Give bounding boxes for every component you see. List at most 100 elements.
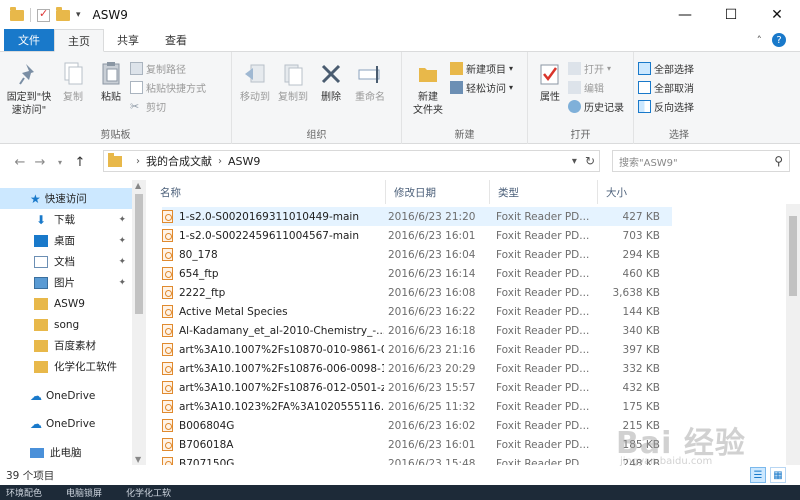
- open-button[interactable]: 打开 ▾: [568, 60, 624, 76]
- nav-scrollbar[interactable]: ▲ ▼: [132, 180, 146, 465]
- easy-access-button[interactable]: 轻松访问 ▾: [450, 79, 513, 95]
- column-size[interactable]: 大小: [598, 180, 668, 204]
- scrollbar-thumb[interactable]: [135, 194, 143, 314]
- chevron-down-icon[interactable]: ▾: [572, 156, 577, 167]
- nav-item-baidu-assets[interactable]: 百度素材: [0, 335, 132, 356]
- nav-onedrive-2[interactable]: ☁ OneDrive: [0, 413, 132, 434]
- refresh-icon[interactable]: ↻: [585, 154, 595, 168]
- history-button[interactable]: 历史记录: [568, 98, 624, 114]
- file-row[interactable]: art%3A10.1007%2Fs10876-012-0501-z 2016/6/…: [162, 378, 672, 397]
- file-row[interactable]: Al-Kadamany_et_al-2010-Chemistry_-... 201…: [162, 321, 672, 340]
- chevron-right-icon[interactable]: ›: [218, 156, 222, 167]
- nav-item-downloads[interactable]: ⬇ 下载 ✦: [0, 209, 132, 230]
- chevron-right-icon[interactable]: ›: [136, 156, 140, 167]
- tab-file[interactable]: 文件: [4, 29, 54, 51]
- copy-path-label: 复制路径: [146, 64, 186, 76]
- file-row[interactable]: 1-s2.0-S0020169311010449-main 2016/6/23 2…: [162, 207, 672, 226]
- file-row[interactable]: art%3A10.1023%2FA%3A1020555116... 2016/6/…: [162, 397, 672, 416]
- maximize-button[interactable]: ☐: [708, 0, 754, 30]
- recent-locations-button[interactable]: ▾: [50, 158, 70, 167]
- help-button[interactable]: ?: [772, 33, 786, 47]
- invert-selection-button[interactable]: 反向选择: [638, 98, 694, 114]
- address-bar[interactable]: › 我的合成文献 › ASW9 ▾ ↻: [103, 150, 600, 172]
- scroll-up-icon[interactable]: ▲: [135, 181, 141, 190]
- folder-icon: [34, 339, 48, 352]
- pin-icon[interactable]: ✦: [118, 257, 126, 267]
- file-row[interactable]: 2222_ftp 2016/6/23 16:08 Foxit Reader PD..…: [162, 283, 672, 302]
- up-button[interactable]: ↑: [70, 155, 90, 170]
- nav-item-documents[interactable]: 文档 ✦: [0, 251, 132, 272]
- file-row[interactable]: 80_178 2016/6/23 16:04 Foxit Reader PD... 2…: [162, 245, 672, 264]
- minimize-button[interactable]: —: [662, 0, 708, 30]
- select-group: 全部选择 全部取消 反向选择 选择: [634, 52, 724, 144]
- file-name: 1-s2.0-S0022459611004567-main: [179, 229, 360, 242]
- scrollbar-thumb[interactable]: [789, 216, 797, 296]
- nav-item-desktop[interactable]: 桌面 ✦: [0, 230, 132, 251]
- paste-shortcut-button[interactable]: 粘贴快捷方式: [130, 79, 206, 95]
- chevron-down-icon: ▾: [509, 63, 514, 73]
- file-row[interactable]: B707150G 2016/6/23 15:48 Foxit Reader PD..…: [162, 454, 672, 465]
- nav-this-pc[interactable]: 此电脑: [0, 442, 132, 463]
- column-date[interactable]: 修改日期: [386, 180, 490, 204]
- chevron-down-icon[interactable]: ▾: [76, 10, 81, 20]
- select-all-button[interactable]: 全部选择: [638, 60, 694, 76]
- nav-quick-access[interactable]: ★ 快速访问: [0, 188, 132, 209]
- edit-button[interactable]: 编辑: [568, 79, 624, 95]
- pin-icon[interactable]: ✦: [118, 278, 126, 288]
- new-folder-icon[interactable]: [56, 6, 70, 21]
- file-type: Foxit Reader PD...: [496, 324, 590, 337]
- new-item-button[interactable]: 新建项目 ▾: [450, 60, 513, 76]
- scroll-down-icon[interactable]: ▼: [135, 455, 141, 464]
- search-icon[interactable]: ⚲: [774, 154, 783, 168]
- file-size: 432 KB: [622, 381, 660, 394]
- file-list-scrollbar[interactable]: [786, 204, 800, 465]
- nav-item-chem-software[interactable]: 化学化工软件: [0, 356, 132, 377]
- file-name: B006804G: [179, 419, 235, 432]
- file-row[interactable]: Active Metal Species 2016/6/23 16:22 Foxit…: [162, 302, 672, 321]
- breadcrumb-item[interactable]: 我的合成文献: [146, 153, 212, 169]
- details-view-icon[interactable]: ☰: [750, 467, 766, 483]
- column-type[interactable]: 类型: [490, 180, 598, 204]
- nav-item-song[interactable]: song: [0, 314, 132, 335]
- download-icon: ⬇: [35, 212, 47, 227]
- file-row[interactable]: B006804G 2016/6/23 16:02 Foxit Reader PD..…: [162, 416, 672, 435]
- new-group: 新建 文件夹 新建项目 ▾ 轻松访问 ▾ 新建: [402, 52, 528, 144]
- file-type: Foxit Reader PD...: [496, 248, 590, 261]
- chevron-down-icon: ▾: [607, 63, 612, 73]
- breadcrumb-item[interactable]: ASW9: [228, 155, 260, 168]
- properties-icon[interactable]: [37, 7, 50, 22]
- history-icon: [568, 99, 581, 113]
- pin-icon[interactable]: ✦: [118, 236, 126, 246]
- copy-path-button[interactable]: 复制路径: [130, 60, 206, 76]
- taskbar-item[interactable]: 电脑锁屏: [66, 486, 102, 499]
- file-size: 294 KB: [622, 248, 660, 261]
- file-size: 248 KB: [622, 457, 660, 466]
- column-name[interactable]: ^ 名称: [152, 180, 386, 204]
- file-name-cell: art%3A10.1007%2Fs10876-006-0098-1: [162, 362, 384, 375]
- file-row[interactable]: 654_ftp 2016/6/23 16:14 Foxit Reader PD...…: [162, 264, 672, 283]
- folder-icon[interactable]: [10, 6, 24, 21]
- back-button[interactable]: ←: [10, 155, 30, 170]
- close-button[interactable]: ✕: [754, 0, 800, 30]
- nav-item-pictures[interactable]: 图片 ✦: [0, 272, 132, 293]
- pin-icon[interactable]: ✦: [118, 215, 126, 225]
- invert-selection-label: 反向选择: [654, 102, 694, 114]
- forward-button[interactable]: →: [30, 155, 50, 170]
- file-row[interactable]: art%3A10.1007%2Fs10876-006-0098-1 2016/6/…: [162, 359, 672, 378]
- select-none-button[interactable]: 全部取消: [638, 79, 694, 95]
- search-input[interactable]: 搜索"ASW9" ⚲: [612, 150, 790, 172]
- tab-share[interactable]: 共享: [104, 29, 152, 51]
- taskbar-item[interactable]: 化学化工软: [126, 486, 171, 499]
- file-row[interactable]: art%3A10.1007%2Fs10870-010-9861-0 2016/6/…: [162, 340, 672, 359]
- file-row[interactable]: 1-s2.0-S0022459611004567-main 2016/6/23 1…: [162, 226, 672, 245]
- nav-item-asw9[interactable]: ASW9: [0, 293, 132, 314]
- large-icons-view-icon[interactable]: ▦: [770, 467, 786, 483]
- tab-home[interactable]: 主页: [54, 29, 104, 52]
- collapse-ribbon-button[interactable]: ˄: [757, 34, 763, 47]
- file-name-cell: 1-s2.0-S0022459611004567-main: [162, 229, 384, 242]
- nav-onedrive-1[interactable]: ☁ OneDrive: [0, 385, 132, 406]
- taskbar-item[interactable]: 环境配色: [6, 486, 42, 499]
- file-row[interactable]: B706018A 2016/6/23 16:01 Foxit Reader PD..…: [162, 435, 672, 454]
- tab-view[interactable]: 查看: [152, 29, 200, 51]
- cut-button[interactable]: ✂ 剪切: [130, 98, 206, 114]
